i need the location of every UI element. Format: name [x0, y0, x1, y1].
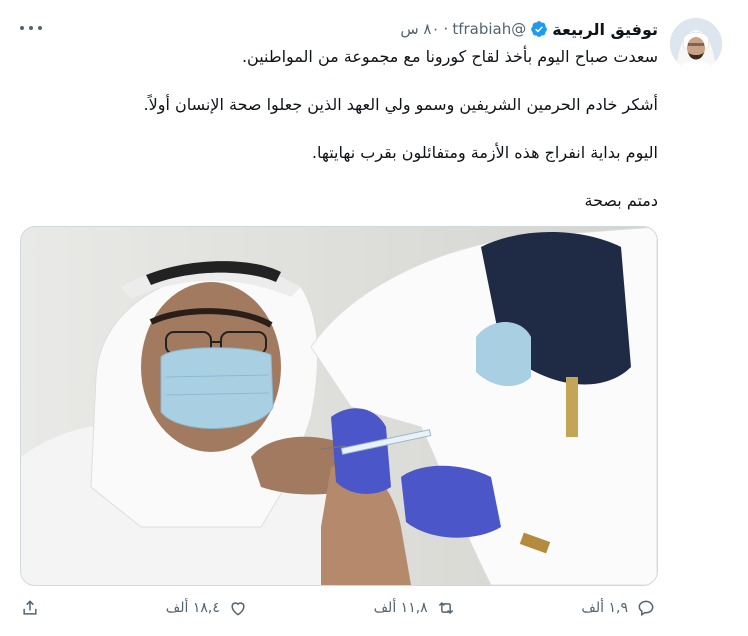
tweet-paragraph: اليوم بداية انفراج هذه الأزمة ومتفائلون … — [311, 143, 658, 162]
tweet[interactable]: توفيق الربيعة @tfrabiah · ٨٠ س سعدت صباح… — [0, 0, 748, 636]
separator-dot: · — [443, 20, 449, 38]
like-button[interactable]: ١٨,٤ ألف — [166, 598, 248, 618]
reply-count: ١,٩ ألف — [581, 600, 628, 616]
avatar[interactable] — [670, 18, 722, 70]
tweet-time[interactable]: ٨٠ س — [400, 20, 439, 38]
heart-icon — [228, 598, 248, 618]
retweet-count: ١١,٨ ألف — [373, 600, 428, 616]
retweet-icon — [436, 598, 456, 618]
tweet-paragraph: سعدت صباح اليوم بأخذ لقاح كورونا مع مجمو… — [241, 47, 658, 66]
tweet-actions: ١,٩ ألف ١١,٨ ألف ١٨,٤ ألف — [20, 596, 656, 620]
reply-button[interactable]: ١,٩ ألف — [581, 598, 656, 618]
author-name[interactable]: توفيق الربيعة — [552, 20, 658, 39]
tweet-header: توفيق الربيعة @tfrabiah · ٨٠ س — [400, 18, 658, 40]
like-count: ١٨,٤ ألف — [165, 600, 220, 616]
share-icon — [20, 598, 40, 618]
share-button[interactable] — [20, 598, 40, 618]
more-icon[interactable] — [20, 20, 42, 36]
tweet-paragraph: دمتم بصحة — [584, 191, 659, 210]
author-handle[interactable]: @tfrabiah — [452, 20, 526, 38]
retweet-button[interactable]: ١١,٨ ألف — [374, 598, 456, 618]
reply-icon — [636, 598, 656, 618]
tweet-photo[interactable] — [20, 226, 658, 586]
tweet-paragraph: أشكر خادم الحرمين الشريفين وسمو ولي العه… — [143, 95, 658, 114]
tweet-text: سعدت صباح اليوم بأخذ لقاح كورونا مع مجمو… — [78, 46, 658, 238]
verified-badge-icon — [530, 20, 548, 38]
